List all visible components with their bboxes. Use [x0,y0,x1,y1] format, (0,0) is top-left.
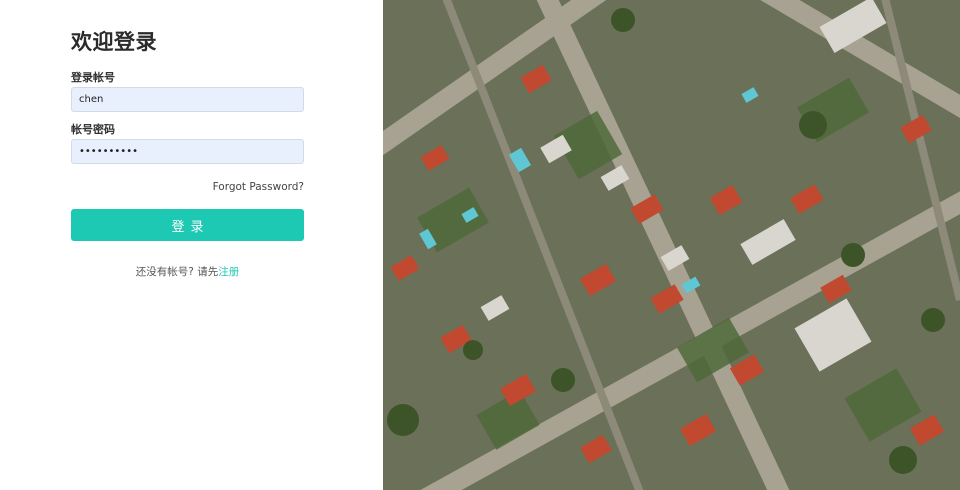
password-input[interactable] [71,139,304,164]
login-panel: 欢迎登录 登录帐号 帐号密码 Forgot Password? 登录 还没有帐号… [0,0,383,490]
register-prompt-text: 还没有帐号? 请先 [135,266,219,278]
aerial-city-photo [383,0,960,490]
password-label: 帐号密码 [71,123,115,136]
account-input[interactable] [71,87,304,112]
register-prompt: 还没有帐号? 请先注册 [71,264,304,279]
account-label: 登录帐号 [71,71,115,84]
page-title: 欢迎登录 [71,30,157,54]
register-link[interactable]: 注册 [218,266,239,278]
login-button[interactable]: 登录 [71,209,304,241]
aerial-photo-illustration [383,0,960,490]
forgot-password-link[interactable]: Forgot Password? [213,181,304,193]
